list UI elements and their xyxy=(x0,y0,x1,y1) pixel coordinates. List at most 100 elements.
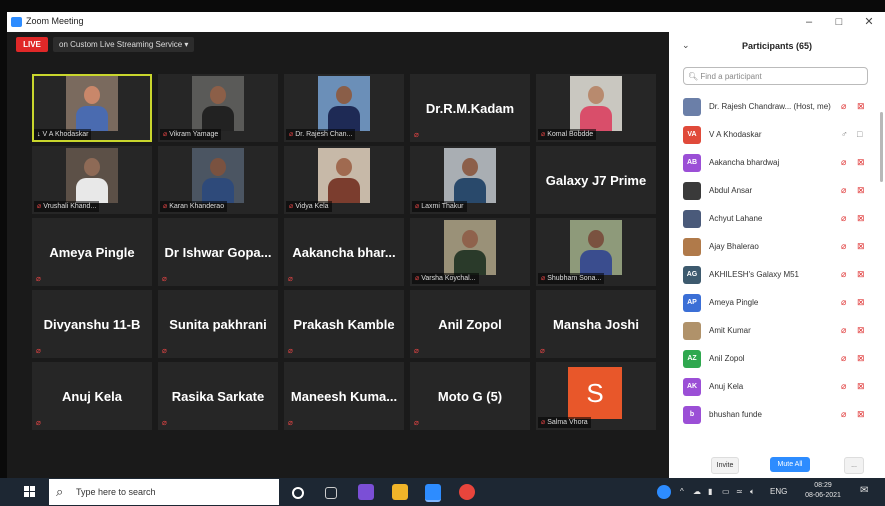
video-tile[interactable]: Anuj Kela ⌀ xyxy=(32,362,152,430)
participant-row[interactable]: Abdul Ansar ⌀ ⊠ xyxy=(669,177,879,205)
muted-mic-icon[interactable]: ⌀ xyxy=(841,353,846,364)
participant-row[interactable]: AG AKHILESH's Galaxy M51 ⌀ ⊠ xyxy=(669,261,879,289)
video-tile[interactable]: Aakancha bhar... ⌀ xyxy=(284,218,404,286)
camera-off-icon[interactable]: ⊠ xyxy=(857,213,865,224)
video-tile[interactable]: ⌀ Karan Khanderao xyxy=(158,146,278,214)
notification-center-icon[interactable]: ✉ xyxy=(860,485,868,496)
muted-mic-icon[interactable]: ⌀ xyxy=(841,269,846,280)
participant-name-label: Ameya Pingle xyxy=(49,245,135,260)
usb-icon[interactable]: ▮ xyxy=(708,487,712,496)
participant-row[interactable]: AZ Anil Zopol ⌀ ⊠ xyxy=(669,345,879,373)
muted-mic-icon: ⌀ xyxy=(288,346,293,355)
battery-icon[interactable]: ▭ xyxy=(722,487,730,496)
more-options-button[interactable]: ... xyxy=(844,457,864,474)
video-tile[interactable]: Galaxy J7 Prime xyxy=(536,146,656,214)
participant-photo xyxy=(683,182,701,200)
muted-mic-icon[interactable]: ⌀ xyxy=(841,101,846,112)
video-tile[interactable]: Dr Ishwar Gopa... ⌀ xyxy=(158,218,278,286)
system-clock[interactable]: 08:29 08-06-2021 xyxy=(805,481,841,501)
camera-off-icon[interactable]: ⊠ xyxy=(857,269,865,280)
cortana-icon[interactable] xyxy=(292,487,304,499)
participant-row[interactable]: Ajay Bhalerao ⌀ ⊠ xyxy=(669,233,879,261)
language-indicator[interactable]: ENG xyxy=(770,487,787,496)
video-tile[interactable]: Rasika Sarkate ⌀ xyxy=(158,362,278,430)
teams-icon[interactable] xyxy=(358,484,374,500)
windows-taskbar: ⌕ Type here to search ^ ☁ ▮ ▭ ≃ 🔈︎ ENG 0… xyxy=(0,478,885,506)
task-view-icon[interactable] xyxy=(325,487,337,499)
camera-off-icon[interactable]: ⊠ xyxy=(857,241,865,252)
mic-icon[interactable]: ♂ xyxy=(841,129,848,139)
participant-row[interactable]: VA V A Khodaskar ♂ □ xyxy=(669,121,879,149)
muted-mic-icon: ⌀ xyxy=(415,203,420,210)
camera-off-icon[interactable]: ⊠ xyxy=(857,325,865,336)
participant-list-scrollbar[interactable] xyxy=(880,112,883,182)
search-placeholder: Find a participant xyxy=(700,72,762,81)
muted-mic-icon[interactable]: ⌀ xyxy=(841,297,846,308)
streaming-service-dropdown[interactable]: on Custom Live Streaming Service ▾ xyxy=(53,37,195,52)
muted-mic-icon[interactable]: ⌀ xyxy=(841,325,846,336)
wifi-icon[interactable]: ≃ xyxy=(736,487,743,496)
participant-row[interactable]: Dr. Rajesh Chandraw... (Host, me) ⌀ ⊠ xyxy=(669,93,879,121)
taskbar-search-box[interactable]: ⌕ Type here to search xyxy=(49,479,279,505)
video-tile[interactable]: S ⌀ Salma Vhora xyxy=(536,362,656,430)
video-tile[interactable]: Mansha Joshi ⌀ xyxy=(536,290,656,358)
tray-overflow-chevron-icon[interactable]: ^ xyxy=(680,487,684,496)
muted-mic-icon[interactable]: ⌀ xyxy=(841,381,846,392)
participant-search-input[interactable]: 🔍︎ Find a participant xyxy=(683,67,868,85)
zoom-taskbar-icon[interactable] xyxy=(425,484,441,502)
participant-row[interactable]: AP Ameya Pingle ⌀ ⊠ xyxy=(669,289,879,317)
video-tile[interactable]: ⌀ Vikram Yamage xyxy=(158,74,278,142)
participant-row[interactable]: AB Aakancha bhardwaj ⌀ ⊠ xyxy=(669,149,879,177)
video-tile[interactable]: ⌀ Varsha Koychal... xyxy=(410,218,530,286)
participant-row[interactable]: Amit Kumar ⌀ ⊠ xyxy=(669,317,879,345)
video-tile[interactable]: Dr.R.M.Kadam ⌀ xyxy=(410,74,530,142)
video-tile[interactable]: Maneesh Kuma... ⌀ xyxy=(284,362,404,430)
video-tile[interactable]: ⌀ Dr. Rajesh Chan... xyxy=(284,74,404,142)
windows-start-icon[interactable] xyxy=(24,486,36,498)
camera-icon[interactable]: □ xyxy=(857,129,862,139)
video-tile[interactable]: ⌀ Komal Bobdde xyxy=(536,74,656,142)
participant-row[interactable]: Achyut Lahane ⌀ ⊠ xyxy=(669,205,879,233)
participant-row[interactable]: AK Anuj Kela ⌀ ⊠ xyxy=(669,373,879,401)
camera-off-icon[interactable]: ⊠ xyxy=(857,101,865,112)
camera-off-icon[interactable]: ⊠ xyxy=(857,381,865,392)
video-tile[interactable]: Anil Zopol ⌀ xyxy=(410,290,530,358)
minimize-button[interactable]: – xyxy=(795,14,823,30)
close-button[interactable]: ✕ xyxy=(855,14,883,30)
participant-name-text: V A Khodaskar xyxy=(42,131,89,138)
muted-mic-icon[interactable]: ⌀ xyxy=(841,185,846,196)
camera-off-icon[interactable]: ⊠ xyxy=(857,353,865,364)
camera-off-icon[interactable]: ⊠ xyxy=(857,409,865,420)
video-tile[interactable]: ↓ V A Khodaskar xyxy=(32,74,152,142)
video-tile[interactable]: ⌀ Shubham Sona... xyxy=(536,218,656,286)
video-tile[interactable]: Divyanshu 11-B ⌀ xyxy=(32,290,152,358)
participant-row[interactable]: b bhushan funde ⌀ ⊠ xyxy=(669,401,879,429)
mute-all-button[interactable]: Mute All xyxy=(770,457,810,472)
video-tile[interactable]: Sunita pakhrani ⌀ xyxy=(158,290,278,358)
live-badge[interactable]: LIVE xyxy=(16,37,48,52)
muted-mic-icon[interactable]: ⌀ xyxy=(841,213,846,224)
muted-mic-icon: ⌀ xyxy=(37,203,42,210)
participant-row-name: Aakancha bhardwaj xyxy=(709,158,780,167)
muted-mic-icon[interactable]: ⌀ xyxy=(841,409,846,420)
onedrive-icon[interactable]: ☁ xyxy=(693,487,701,496)
muted-mic-icon: ⌀ xyxy=(162,418,167,427)
camera-off-icon[interactable]: ⊠ xyxy=(857,297,865,308)
file-explorer-icon[interactable] xyxy=(392,484,408,500)
video-tile[interactable]: Ameya Pingle ⌀ xyxy=(32,218,152,286)
muted-mic-icon: ⌀ xyxy=(289,131,294,138)
camera-off-icon[interactable]: ⊠ xyxy=(857,185,865,196)
help-icon[interactable] xyxy=(657,485,671,499)
maximize-button[interactable]: □ xyxy=(825,14,853,30)
video-tile[interactable]: ⌀ Laxmi Thakur xyxy=(410,146,530,214)
video-tile[interactable]: ⌀ Vrushali Khand... xyxy=(32,146,152,214)
chrome-icon[interactable] xyxy=(459,484,475,500)
video-tile[interactable]: Moto G (5) ⌀ xyxy=(410,362,530,430)
camera-off-icon[interactable]: ⊠ xyxy=(857,157,865,168)
video-tile[interactable]: ⌀ Vidya Kela xyxy=(284,146,404,214)
muted-mic-icon[interactable]: ⌀ xyxy=(841,241,846,252)
volume-icon[interactable]: 🔈︎ xyxy=(750,487,755,497)
invite-button[interactable]: Invite xyxy=(711,457,739,474)
muted-mic-icon[interactable]: ⌀ xyxy=(841,157,846,168)
video-tile[interactable]: Prakash Kamble ⌀ xyxy=(284,290,404,358)
